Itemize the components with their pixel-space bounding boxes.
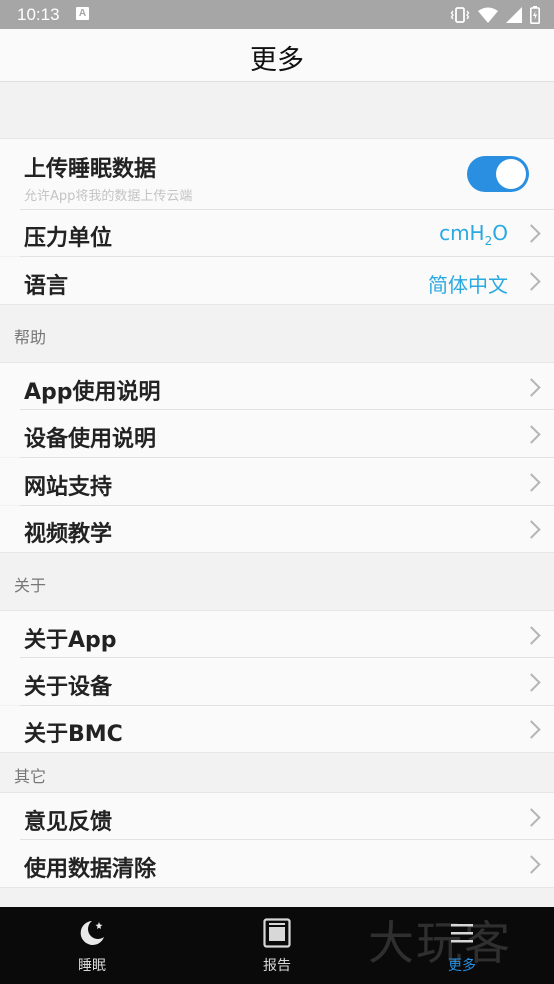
chevron-right-icon <box>522 425 541 444</box>
about-item-label: 关于设备 <box>24 675 113 700</box>
chevron-right-icon <box>522 473 541 492</box>
status-icons <box>450 5 540 25</box>
help-item-label: App使用说明 <box>24 380 161 405</box>
wifi-icon <box>478 7 498 23</box>
chevron-right-icon <box>522 626 541 645</box>
page-title: 更多 <box>250 45 304 76</box>
chevron-right-icon <box>522 855 541 874</box>
about-item-app[interactable]: 关于App <box>0 610 554 658</box>
more-icon <box>451 924 473 943</box>
other-item-label: 使用数据清除 <box>24 857 157 882</box>
help-item-device-guide[interactable]: 设备使用说明 <box>0 410 554 457</box>
upload-setting-row: 上传睡眠数据 允许App将我的数据上传云端 <box>0 138 554 210</box>
other-item-feedback[interactable]: 意见反馈 <box>0 792 554 840</box>
language-value: 简体中文 <box>428 273 508 297</box>
pressure-unit-value: cmH2O <box>439 221 508 248</box>
chevron-right-icon <box>522 720 541 739</box>
toggle-knob <box>496 159 526 189</box>
about-item-bmc[interactable]: 关于BMC <box>0 706 554 753</box>
tab-sleep[interactable]: 睡眠 <box>32 907 152 984</box>
pressure-unit-label: 压力单位 <box>24 226 113 251</box>
help-item-label: 设备使用说明 <box>24 427 157 452</box>
about-item-device[interactable]: 关于设备 <box>0 658 554 705</box>
language-label: 语言 <box>24 274 69 299</box>
moon-star-icon <box>80 921 104 945</box>
bottom-tab-bar: 大玩客 睡眠 报告 更多 <box>0 907 554 984</box>
help-item-video-tutorial[interactable]: 视频教学 <box>0 506 554 553</box>
header: 更多 <box>0 29 554 82</box>
chevron-right-icon <box>522 224 541 243</box>
notification-icon: A <box>76 7 89 20</box>
upload-label: 上传睡眠数据 <box>24 157 157 182</box>
help-item-label: 网站支持 <box>24 475 113 500</box>
status-bar: 10:13 A <box>0 0 554 29</box>
upload-description: 允许App将我的数据上传云端 <box>24 189 193 204</box>
about-section-label: 关于 <box>14 576 47 595</box>
upload-toggle[interactable] <box>467 156 529 192</box>
chevron-right-icon <box>522 520 541 539</box>
help-item-website-support[interactable]: 网站支持 <box>0 458 554 505</box>
tab-label: 报告 <box>263 958 291 974</box>
status-time: 10:13 <box>17 5 60 24</box>
chevron-right-icon <box>522 673 541 692</box>
chevron-right-icon <box>522 272 541 291</box>
tab-report[interactable]: 报告 <box>217 907 337 984</box>
chevron-right-icon <box>522 808 541 827</box>
about-item-label: 关于BMC <box>24 722 123 747</box>
tab-label: 更多 <box>448 958 476 974</box>
signal-icon <box>506 7 522 23</box>
help-item-label: 视频教学 <box>24 522 113 547</box>
tab-label: 睡眠 <box>78 958 106 974</box>
battery-icon <box>530 6 540 24</box>
chevron-right-icon <box>522 378 541 397</box>
pressure-unit-row[interactable]: 压力单位 cmH2O <box>0 210 554 256</box>
other-section-label: 其它 <box>14 767 47 786</box>
vibrate-icon <box>450 7 470 23</box>
language-row[interactable]: 语言 简体中文 <box>0 257 554 305</box>
report-icon <box>263 918 291 948</box>
other-item-clear-data[interactable]: 使用数据清除 <box>0 840 554 888</box>
help-item-app-guide[interactable]: App使用说明 <box>0 362 554 410</box>
help-section-label: 帮助 <box>14 328 47 347</box>
about-item-label: 关于App <box>24 628 117 653</box>
tab-more[interactable]: 更多 <box>402 907 522 984</box>
other-item-label: 意见反馈 <box>24 810 113 835</box>
